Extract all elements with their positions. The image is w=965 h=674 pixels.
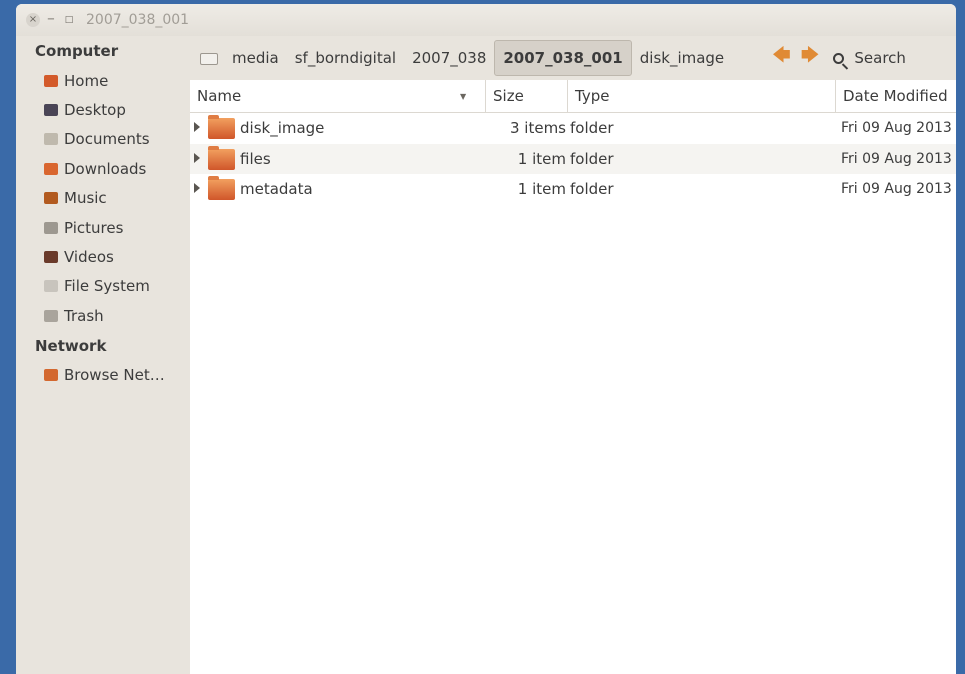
minimize-window-button[interactable]: − <box>44 13 58 27</box>
sidebar-item-label: Pictures <box>64 218 124 237</box>
forward-arrow-icon[interactable]: 🡆 <box>801 43 820 73</box>
drive-icon[interactable] <box>200 53 218 65</box>
expand-triangle-icon[interactable] <box>194 122 200 132</box>
breadcrumb-media[interactable]: media <box>224 40 287 76</box>
sidebar-item-label: Music <box>64 189 107 208</box>
file-list: disk_image 3 items folder Fri 09 Aug 201… <box>190 113 956 205</box>
sidebar-item-label: Videos <box>64 248 114 267</box>
back-arrow-icon[interactable]: 🡄 <box>772 43 791 73</box>
sidebar-item-pictures[interactable]: Pictures <box>16 213 190 242</box>
maximize-window-button[interactable]: □ <box>62 13 76 27</box>
sidebar-item-file-system[interactable]: File System <box>16 272 190 301</box>
sidebar-item-label: File System <box>64 277 150 296</box>
table-row[interactable]: disk_image 3 items folder Fri 09 Aug 201… <box>190 113 956 144</box>
file-type: folder <box>570 119 614 137</box>
folder-icon <box>208 145 235 170</box>
sidebar-item-home[interactable]: Home <box>16 66 190 95</box>
sidebar-item-label: Downloads <box>64 159 147 178</box>
search-button[interactable]: Search <box>833 49 906 67</box>
file-size: 1 item <box>517 180 566 198</box>
title-bar: × − □ 2007_038_001 <box>16 4 956 36</box>
pictures-icon <box>44 221 58 234</box>
file-date-modified: Fri 09 Aug 2013 <box>841 181 952 197</box>
breadcrumb-disk-image[interactable]: disk_image <box>632 40 732 76</box>
filesystem-icon <box>44 280 58 293</box>
home-icon <box>44 74 58 87</box>
sidebar-item-documents[interactable]: Documents <box>16 125 190 154</box>
sidebar-item-label: Browse Net… <box>64 366 165 385</box>
expand-triangle-icon[interactable] <box>194 183 200 193</box>
sidebar-item-trash[interactable]: Trash <box>16 301 190 330</box>
search-icon <box>833 52 845 64</box>
table-row[interactable]: metadata 1 item folder Fri 09 Aug 2013 <box>190 174 956 205</box>
breadcrumb-2007-038-001[interactable]: 2007_038_001 <box>494 40 632 76</box>
file-type: folder <box>570 149 614 168</box>
sidebar-item-desktop[interactable]: Desktop <box>16 95 190 124</box>
trash-icon <box>44 309 58 322</box>
folder-icon <box>208 176 235 200</box>
column-header-name[interactable]: Name <box>190 80 485 112</box>
desktop-icon <box>44 104 58 117</box>
column-header-row: Name ▼ Size Type Date Modified <box>190 80 956 113</box>
browse-network-icon <box>44 369 58 382</box>
music-icon <box>44 192 58 205</box>
file-type: folder <box>570 180 614 198</box>
column-header-type[interactable]: Type <box>567 80 835 112</box>
table-row[interactable]: files 1 item folder Fri 09 Aug 2013 <box>190 143 956 174</box>
breadcrumb-2007-038[interactable]: 2007_038 <box>404 40 494 76</box>
sidebar-item-label: Desktop <box>64 101 126 120</box>
expand-triangle-icon[interactable] <box>194 152 200 163</box>
column-header-date-modified[interactable]: Date Modified <box>835 80 956 112</box>
file-date-modified: Fri 09 Aug 2013 <box>841 120 952 136</box>
file-name: disk_image <box>240 119 325 137</box>
sidebar-item-browse-network[interactable]: Browse Net… <box>16 361 190 390</box>
file-name: files <box>240 149 271 168</box>
breadcrumb-sf-borndigital[interactable]: sf_borndigital <box>287 40 404 76</box>
path-bar: media sf_borndigital 2007_038 2007_038_0… <box>190 36 956 80</box>
sidebar-item-downloads[interactable]: Downloads <box>16 154 190 183</box>
sidebar-item-label: Trash <box>64 306 104 325</box>
file-date-modified: Fri 09 Aug 2013 <box>841 150 952 167</box>
column-header-size[interactable]: Size <box>485 80 567 112</box>
file-view: media sf_borndigital 2007_038 2007_038_0… <box>190 36 956 674</box>
places-sidebar: Computer Home Desktop Documents Download… <box>16 36 190 674</box>
downloads-icon <box>44 162 58 175</box>
videos-icon <box>44 251 58 264</box>
close-window-button[interactable]: × <box>26 13 40 27</box>
folder-icon <box>208 115 235 139</box>
sidebar-heading-network: Network <box>35 336 107 355</box>
documents-icon <box>44 133 58 146</box>
sidebar-item-videos[interactable]: Videos <box>16 242 190 271</box>
sidebar-item-music[interactable]: Music <box>16 184 190 213</box>
search-label: Search <box>854 49 906 67</box>
sidebar-item-label: Home <box>64 71 109 90</box>
file-size: 3 items <box>509 119 566 137</box>
file-name: metadata <box>240 180 313 198</box>
file-size: 1 item <box>517 149 566 168</box>
sidebar-heading-computer: Computer <box>35 42 119 60</box>
sort-descending-icon[interactable]: ▼ <box>460 92 466 101</box>
file-manager-window: × − □ 2007_038_001 Computer Home Desktop… <box>16 4 956 674</box>
sidebar-item-label: Documents <box>64 130 150 149</box>
window-title: 2007_038_001 <box>86 12 190 28</box>
